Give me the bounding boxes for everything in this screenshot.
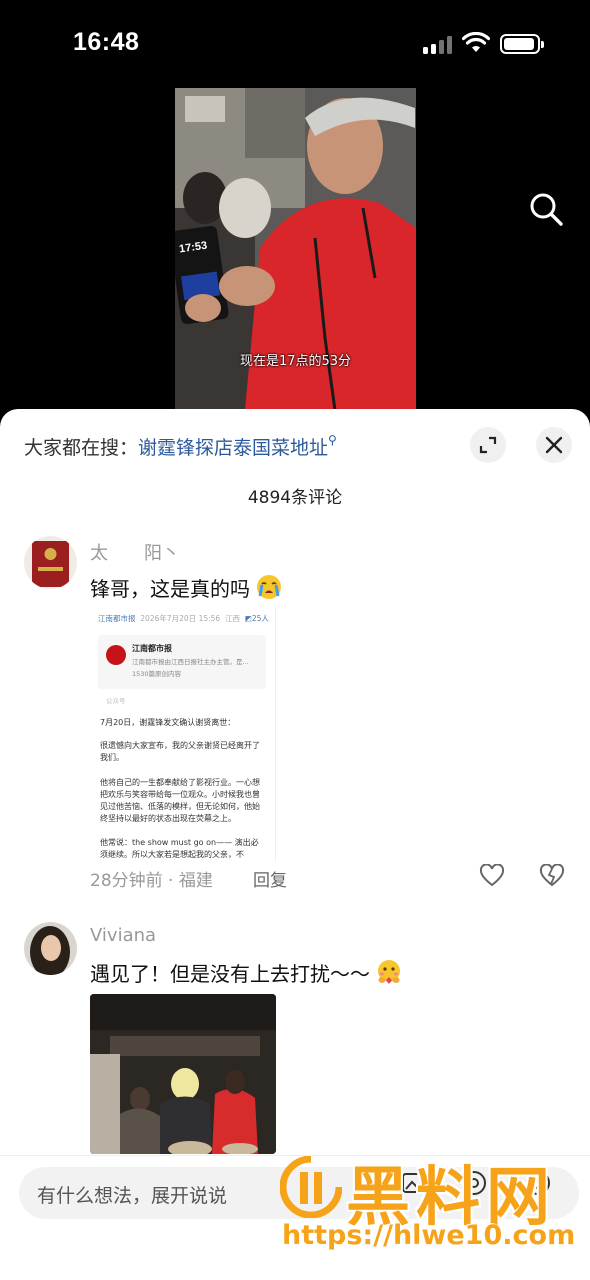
expand-icon xyxy=(479,436,497,454)
article-paragraph: 他常说：the show must go on—— 演出必须继续。所以大家若是想… xyxy=(100,838,259,859)
like-heart-icon[interactable] xyxy=(479,864,505,888)
dislike-broken-heart-icon[interactable] xyxy=(539,864,565,888)
expand-button[interactable] xyxy=(470,427,506,463)
close-icon xyxy=(545,436,563,454)
hot-search-prefix: 大家都在搜： xyxy=(24,437,139,459)
watermark-url: https://hlwe10.com xyxy=(282,1220,576,1251)
comment-body: 锋哥，这是真的吗 xyxy=(90,577,250,601)
video-frame[interactable]: 17:53 现在是17点的53分 xyxy=(175,88,416,410)
article-paragraph: 7月20日，谢霆锋发文确认谢贤离世： xyxy=(100,718,236,727)
account-card: 江南都市报 江南都市报由江西日报社主办主管。是... 1530篇原创内容 xyxy=(98,635,266,689)
status-time: 16:48 xyxy=(73,28,140,56)
comment-username[interactable]: 太 阳丶 xyxy=(90,539,180,565)
wifi-icon xyxy=(462,32,490,52)
video-player[interactable]: 17:53 现在是17点的53分 xyxy=(0,88,590,410)
article-region: 江西 xyxy=(224,614,240,623)
battery-icon xyxy=(500,34,544,54)
status-bar: 16:48 xyxy=(0,0,590,88)
account-desc: 江南都市报由江西日报社主办主管。是... xyxy=(132,658,249,666)
comment-photo[interactable] xyxy=(90,994,276,1154)
hot-search-term[interactable]: 谢霆锋探店泰国菜地址 xyxy=(138,437,328,459)
search-small-icon: ⚲ xyxy=(328,433,337,447)
comment-image[interactable]: 江南都市报 2026年7月20日 15:56 江西 ◩25人 江南都市报 江南都… xyxy=(90,605,276,861)
article-header: 江南都市报 2026年7月20日 15:56 江西 ◩25人 xyxy=(98,613,269,624)
crying-face-icon xyxy=(257,575,282,599)
comment-count: 4894条评论 xyxy=(247,488,343,508)
avatar[interactable] xyxy=(24,536,77,589)
article-people: 25人 xyxy=(251,614,269,623)
video-subtitle: 现在是17点的53分 xyxy=(239,354,352,369)
close-button[interactable] xyxy=(536,427,572,463)
account-type: 公众号 xyxy=(106,697,126,705)
listen-icon: ◩ xyxy=(244,614,252,623)
comment-time-location: 28分钟前 · 福建 xyxy=(90,871,213,891)
account-count: 1530篇原创内容 xyxy=(132,670,182,678)
article-paragraph: 很遗憾向大家宣布，我的父亲谢贤已经离开了我们。 xyxy=(100,741,260,762)
article-paragraph: 他将自己的一生都奉献给了影视行业。一心想把欢乐与笑容带给每一位观众。小时候我也曾… xyxy=(100,778,260,823)
article-date: 2026年7月20日 15:56 xyxy=(140,614,221,623)
comment-text: 锋哥，这是真的吗 xyxy=(90,573,282,602)
account-logo xyxy=(106,645,126,665)
article-source: 江南都市报 xyxy=(98,614,136,623)
hugging-face-icon xyxy=(378,960,401,984)
cellular-signal-icon xyxy=(423,36,453,54)
avatar[interactable] xyxy=(24,922,77,975)
hot-search-banner[interactable]: 大家都在搜：谢霆锋探店泰国菜地址⚲ xyxy=(24,433,337,460)
watermark-logo-icon xyxy=(280,1156,342,1218)
comment-input-placeholder: 有什么想法，展开说说 xyxy=(37,1185,228,1207)
comment-body: 遇见了！但是没有上去打扰～～ xyxy=(90,962,370,986)
search-icon[interactable] xyxy=(528,191,564,227)
comment-username[interactable]: Viviana xyxy=(90,925,156,946)
reply-button[interactable]: 回复 xyxy=(253,866,287,891)
watermark: 黑料网 https://hlwe10.com xyxy=(280,1152,590,1280)
comment-text: 遇见了！但是没有上去打扰～～ xyxy=(90,958,402,987)
account-name: 江南都市报 xyxy=(132,644,172,653)
